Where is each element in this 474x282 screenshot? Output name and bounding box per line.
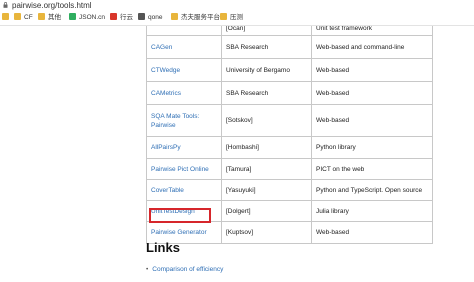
bookmark-label: qone [148,14,163,21]
bookmark-label: CF [24,14,33,21]
bookmark-label: 杰夫服务平台 [181,14,220,21]
table-row: CoverTable [Yasuyuki] Python and TypeScrip… [146,179,433,201]
bookmark-item[interactable]: qone [138,11,162,25]
list-item: • Comparison of efficiency [146,266,223,273]
bookmark-item[interactable]: 杰夫服务平台 [171,11,220,25]
cloud-icon [110,13,117,20]
author-cell: University of Bergamo [221,58,312,82]
folder-icon [2,13,9,20]
tool-link[interactable]: SQA Mate Tools: Pairwise [151,113,199,129]
tool-name-cell: CTWedge [146,58,222,82]
bookmark-item[interactable]: CF [14,11,33,25]
type-cell: Web-based [311,221,433,244]
tool-link[interactable]: Pairwise Pict Online [151,166,209,173]
page-content: [Ocan] Unit test framework CAGen SBA Resear… [0,26,474,282]
tool-link[interactable]: CTWedge [151,67,180,74]
table-row: [Ocan] Unit test framework [146,26,433,36]
author-cell: SBA Research [221,81,312,105]
links-heading: Links [146,240,180,255]
highlight-box [149,208,211,223]
bookmark-label: 压测 [230,14,243,21]
tool-name-cell: CAGen [146,35,222,59]
tool-link[interactable]: AllPairsPy [151,144,181,151]
bookmark-label: 其他 [48,14,61,21]
author-cell: SBA Research [221,35,312,59]
author-cell: [Tamura] [221,158,312,180]
tool-name-cell: CAMetrics [146,81,222,105]
bookmark-item[interactable] [2,11,12,25]
folder-icon [171,13,178,20]
bookmark-item[interactable]: 其他 [38,11,61,25]
bookmark-item[interactable]: 行云 [110,11,133,25]
tool-link[interactable]: CAMetrics [151,90,181,97]
bookmark-label: JSON.cn [79,14,106,21]
tool-link[interactable]: CAGen [151,44,172,51]
folder-icon [220,13,227,20]
author-cell: [Sotskov] [221,104,312,137]
author-cell: [Kuptsov] [221,221,312,244]
bookmark-label: 行云 [120,14,133,21]
bookmark-item[interactable]: 压测 [220,11,243,25]
bookmark-item[interactable]: JSON.cn [69,11,105,25]
folder-icon [38,13,45,20]
table-row: CAGen SBA Research Web-based and command-l… [146,35,433,59]
tool-name-cell: CoverTable [146,179,222,201]
type-cell: Web-based [311,104,433,137]
table-row: AllPairsPy [Hombashi] Python library [146,136,433,159]
type-cell: PICT on the web [311,158,433,180]
qone-icon [138,13,145,20]
tool-name-cell: SQA Mate Tools: Pairwise [146,104,222,137]
table-row: CAMetrics SBA Research Web-based [146,81,433,105]
tool-link[interactable]: CoverTable [151,187,184,194]
tool-name-cell: Pairwise Pict Online [146,158,222,180]
lock-icon [3,2,8,8]
comparison-link[interactable]: Comparison of efficiency [152,266,223,273]
table-row: CTWedge University of Bergamo Web-based [146,58,433,82]
author-cell: [Dolgert] [221,200,312,222]
bookmarks-bar: CF 其他 JSON.cn 行云 qone 杰夫服务平台 压测 [0,11,474,26]
type-cell: Web-based and command-line [311,35,433,59]
table-row: Pairwise Generator [Kuptsov] Web-based [146,221,433,244]
bullet-icon: • [146,266,149,273]
type-cell: Web-based [311,81,433,105]
author-cell: [Hombashi] [221,136,312,159]
tool-name-cell: AllPairsPy [146,136,222,159]
tool-name-cell [146,26,222,36]
author-cell: [Yasuyuki] [221,179,312,201]
type-cell: Unit test framework [311,26,433,36]
type-cell: Python library [311,136,433,159]
url-text[interactable]: pairwise.org/tools.html [12,0,92,11]
folder-icon [14,13,21,20]
address-bar[interactable]: pairwise.org/tools.html [0,0,474,11]
type-cell: Python and TypeScript. Open source [311,179,433,201]
table-row: Pairwise Pict Online [Tamura] PICT on the … [146,158,433,180]
tool-link[interactable]: Pairwise Generator [151,229,207,236]
type-cell: Julia library [311,200,433,222]
json-icon [69,13,76,20]
table-row: SQA Mate Tools: Pairwise [Sotskov] Web-bas… [146,104,433,137]
author-cell: [Ocan] [221,26,312,36]
type-cell: Web-based [311,58,433,82]
